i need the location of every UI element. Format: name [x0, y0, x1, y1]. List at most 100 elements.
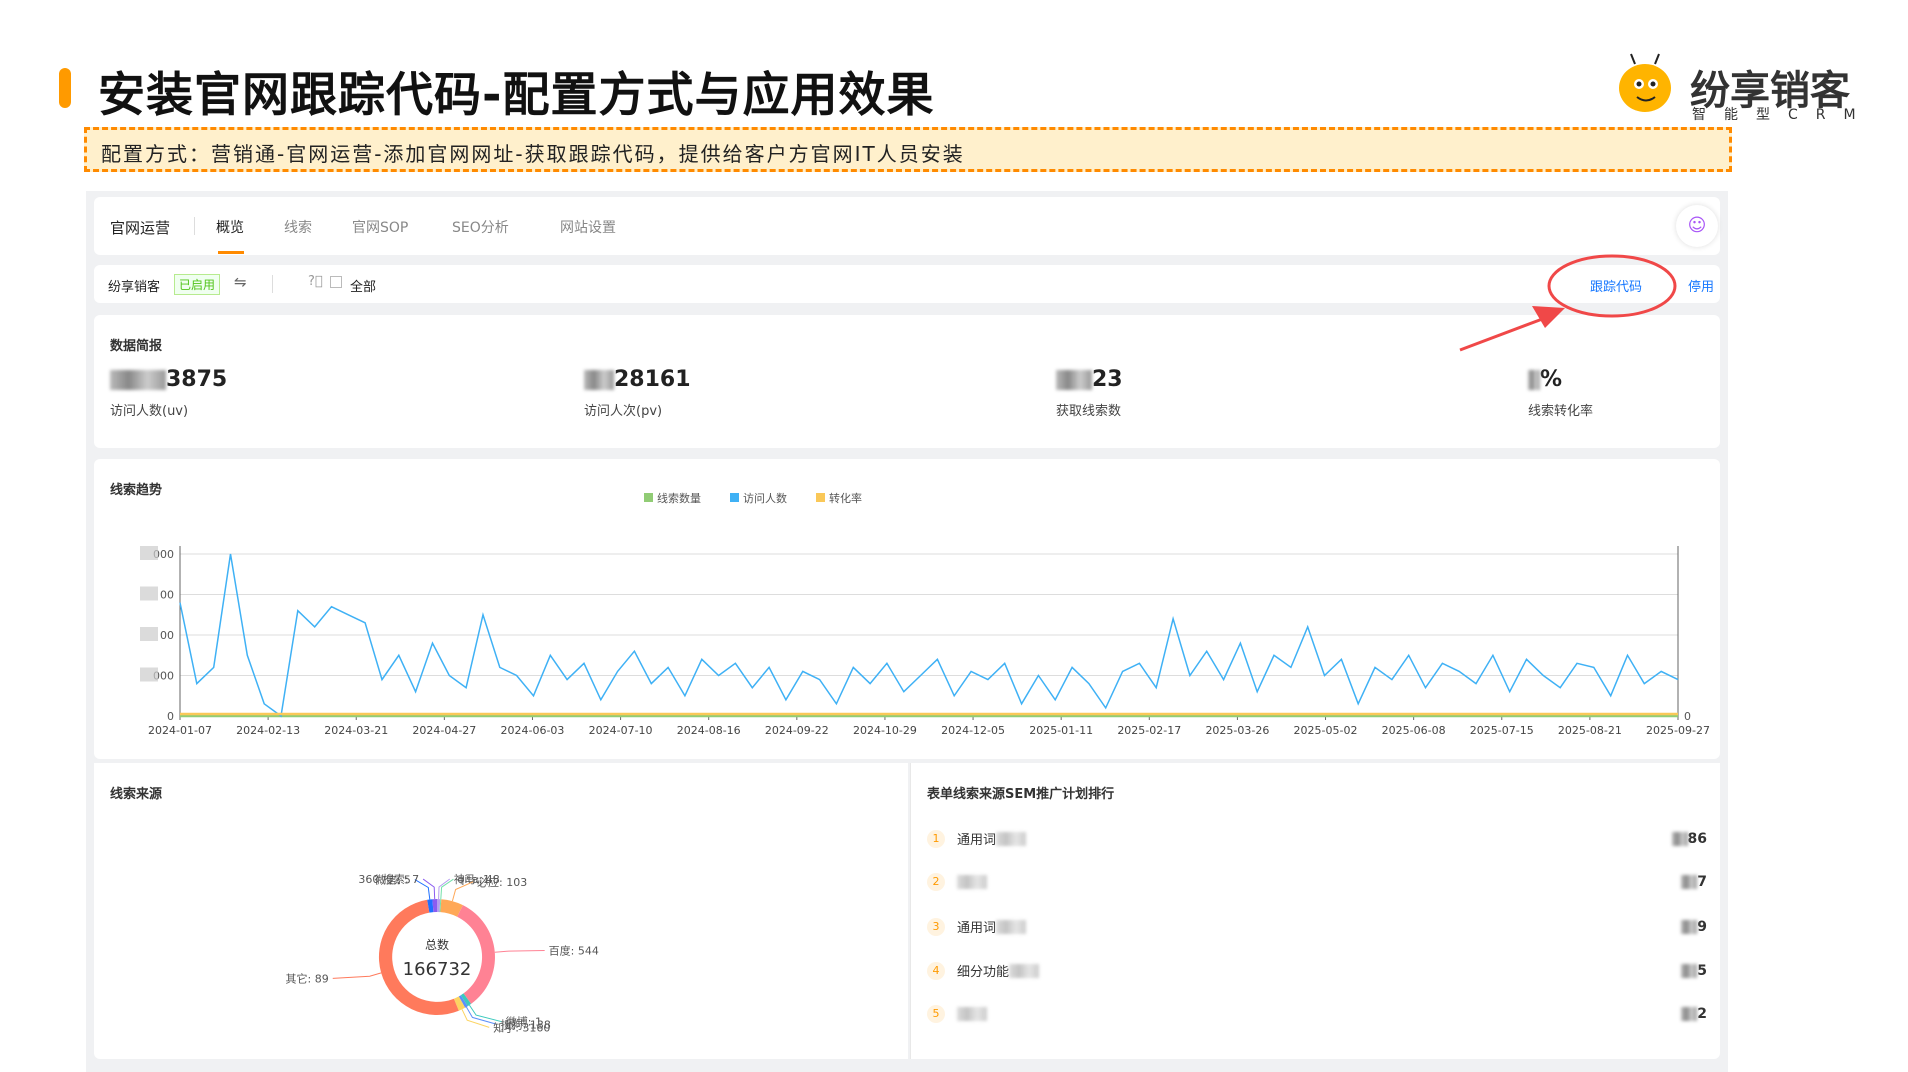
x-tick-label: 2025-08-21 [1558, 724, 1622, 737]
rank-value: 2 [1697, 1006, 1707, 1022]
divider [272, 275, 273, 293]
slice-label: 必应: 103 [477, 875, 527, 889]
legend-swatch [644, 493, 653, 502]
ranking-item: 27 [927, 873, 1707, 891]
rank-number: 2 [927, 873, 945, 891]
active-tab-indicator [218, 251, 244, 254]
site-name: 纷享销客 [108, 280, 161, 295]
donut-slice [457, 905, 495, 1004]
tab-overview[interactable]: 概览 [216, 217, 244, 237]
top-nav: 官网运营 概览 线索 官网SOP SEO分析 网站设置 ☺ [94, 197, 1720, 255]
disable-link[interactable]: 停用 [1688, 276, 1714, 295]
x-tick-label: 2025-06-08 [1382, 724, 1446, 737]
redaction [1681, 875, 1698, 889]
x-tick-label: 2024-02-13 [236, 724, 300, 737]
leader-line [494, 950, 545, 953]
redaction [140, 546, 158, 560]
tab-seo[interactable]: SEO分析 [452, 217, 509, 237]
redaction [996, 919, 1027, 934]
redaction [1009, 963, 1040, 978]
donut-slice [378, 899, 459, 1015]
redaction [140, 667, 158, 682]
x-tick-label: 2024-07-10 [589, 724, 653, 737]
filter-bar: 纷享销客 已启用 ⇋ ?⃝ 全部 跟踪代码 停用 [94, 265, 1720, 303]
x-tick-label: 2025-02-17 [1117, 724, 1181, 737]
rank-value: 9 [1697, 918, 1707, 935]
rank-value: 86 [1687, 830, 1707, 847]
redaction [584, 370, 614, 390]
x-tick-label: 2025-03-26 [1205, 724, 1269, 737]
calendar-icon[interactable] [330, 276, 342, 288]
x-tick-label: 2025-09-27 [1646, 724, 1710, 737]
legend-label: 访问人数 [743, 492, 787, 505]
leader-line [440, 878, 454, 900]
lead-trend-card: 线索趋势 0 000 00 00 000 0 2024-01-07 2024-02-13 202… [94, 459, 1720, 759]
data-summary-card: 数据简报 3875 访问人数(uv) 28161 访问人次(pv) 23 获取线索数 … [94, 315, 1720, 448]
x-tick-label: 2024-04-27 [412, 724, 476, 737]
nav-section-title: 官网运营 [110, 219, 171, 237]
rank-name: 细分功能 [957, 965, 1010, 980]
robot-icon[interactable]: ☺ [1676, 205, 1718, 247]
ranking-item: 4 细分功能 5 [927, 961, 1707, 980]
redaction [1681, 963, 1698, 978]
legend-label: 线索数量 [657, 491, 701, 505]
ranking-item: 52 [927, 1005, 1707, 1023]
date-range-select[interactable]: 全部 [350, 276, 376, 295]
redaction [1681, 919, 1698, 934]
redaction [1528, 370, 1540, 390]
ranking-item: 3 通用词 9 [927, 917, 1707, 936]
kpi-label: 访问人次(pv) [584, 404, 663, 419]
x-tick-label: 2024-08-16 [677, 724, 741, 737]
legend-swatch [730, 493, 739, 502]
kpi-value: 28161 [614, 367, 691, 392]
ranking-item: 1 通用词 86 [927, 829, 1707, 848]
page-title: 安装官网跟踪代码-配置方式与应用效果 [98, 68, 935, 123]
slice-label: 360 搜索: 7 [358, 872, 419, 886]
y-tick-label: 00 [160, 589, 174, 602]
rank-number: 5 [927, 1005, 945, 1023]
question-icon[interactable]: ?⃝ [308, 274, 323, 289]
x-tick-label: 2025-05-02 [1294, 724, 1358, 737]
rank-value: 5 [1697, 962, 1707, 979]
tab-site-settings[interactable]: 网站设置 [560, 217, 616, 237]
redaction [1671, 831, 1688, 846]
config-note: 配置方式：营销通-官网运营-添加官网网址-获取跟踪代码，提供给客户方官网IT人员… [84, 127, 1732, 172]
kpi-value: 3875 [166, 367, 228, 392]
redaction [957, 875, 987, 889]
redaction [1681, 1007, 1698, 1021]
kpi-label: 访问人数(uv) [110, 404, 189, 419]
title-accent-bar [59, 68, 71, 108]
kpi-uv: 3875 访问人数(uv) [110, 367, 227, 419]
y-tick-label: 00 [160, 629, 174, 642]
redaction [957, 1007, 987, 1021]
rank-number: 3 [927, 917, 945, 936]
kpi-value: 23 [1092, 367, 1123, 392]
slice-label: 其它: 89 [286, 971, 329, 985]
tab-leads[interactable]: 线索 [284, 217, 312, 237]
leader-line [468, 1004, 502, 1023]
app-screenshot: 官网运营 概览 线索 官网SOP SEO分析 网站设置 ☺ 纷享销客 已启用 ⇋… [86, 191, 1728, 1072]
sem-ranking-card: 表单线索来源SEM推广计划排行 1 通用词 86 2 7 3 通用词 9 4 细分功能 5 5 2 [910, 763, 1720, 1059]
x-tick-label: 2025-07-15 [1470, 724, 1534, 737]
rank-number: 4 [927, 961, 945, 980]
rank-number: 1 [927, 829, 945, 848]
ranking-title: 表单线索来源SEM推广计划排行 [927, 787, 1115, 802]
divider [194, 217, 195, 235]
legend-swatch [816, 493, 825, 502]
kpi-pv: 28161 访问人次(pv) [584, 367, 691, 419]
y-right-tick-label: 0 [1684, 710, 1691, 723]
x-tick-label: 2025-01-11 [1029, 724, 1093, 737]
swap-icon[interactable]: ⇋ [234, 273, 247, 291]
x-tick-label: 2024-12-05 [941, 724, 1005, 737]
trend-chart: 0000000000002024-01-07 2024-02-13 2024-03-… [140, 491, 1710, 737]
status-badge: 已启用 [174, 274, 221, 295]
kpi-conversion: % 线索转化率 [1528, 367, 1593, 419]
redaction [140, 586, 158, 601]
redaction [110, 370, 166, 390]
redaction [996, 831, 1027, 846]
tab-sop[interactable]: 官网SOP [352, 217, 408, 237]
tracking-code-link[interactable]: 跟踪代码 [1590, 276, 1642, 295]
x-tick-label: 2024-06-03 [501, 724, 565, 737]
kpi-value: % [1540, 367, 1563, 392]
redaction [1056, 370, 1092, 390]
